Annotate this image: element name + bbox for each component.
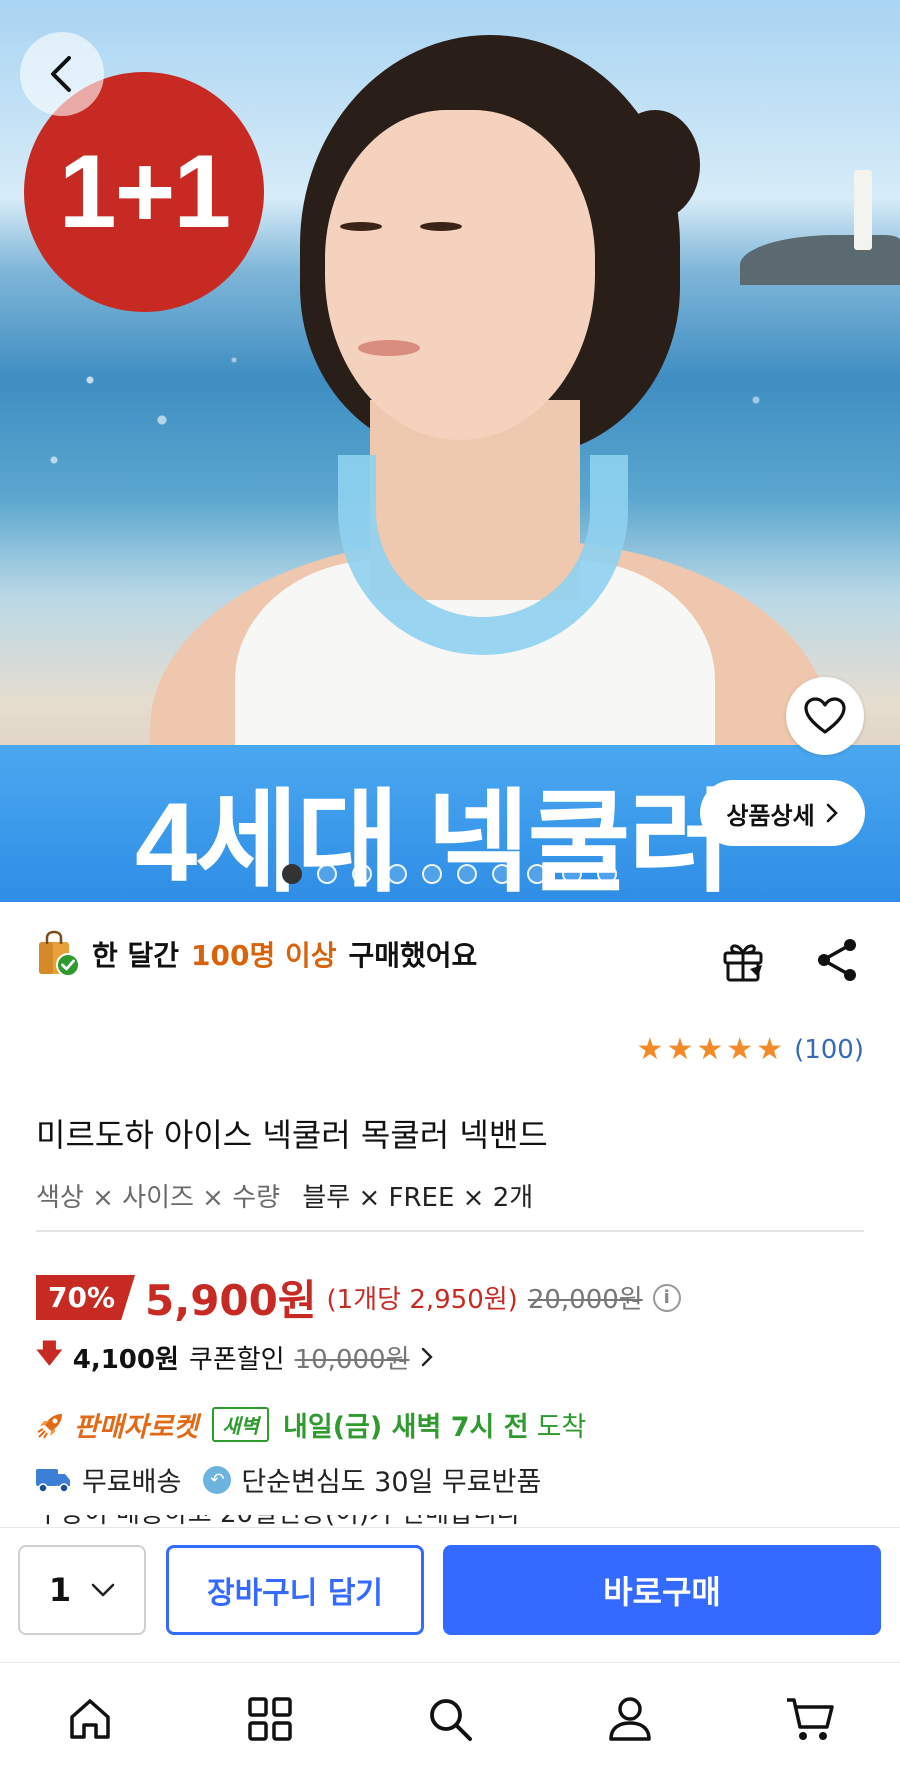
search-icon	[430, 1699, 472, 1741]
hero-photo-lighthouse	[854, 170, 872, 250]
hero-photo-lips	[358, 340, 420, 356]
gift-icon	[723, 944, 763, 982]
gift-button[interactable]	[718, 935, 768, 985]
shipping-return-row: 무료배송 ↶ 단순변심도 30일 무료반품	[36, 1460, 541, 1499]
nav-my-page[interactable]	[602, 1691, 658, 1747]
purchase-count-notice: 한 달간 100명 이상 구매했어요	[36, 930, 477, 978]
hero-photo-hair-bun	[610, 110, 700, 220]
back-button[interactable]	[20, 32, 104, 116]
nav-cart[interactable]	[782, 1691, 838, 1747]
price-row: 70% 5,900원 (1개당 2,950원) 20,000원 i	[36, 1267, 681, 1328]
purchase-suffix: 구매했어요	[348, 939, 478, 972]
user-icon	[609, 1697, 651, 1741]
arrival-suffix: 도착	[536, 1412, 587, 1443]
add-to-cart-button[interactable]: 장바구니 담기	[166, 1545, 424, 1635]
buy-now-button[interactable]: 바로구매	[443, 1545, 881, 1635]
nav-category[interactable]	[242, 1691, 298, 1747]
share-icon	[818, 939, 856, 981]
coupon-discount-row[interactable]: 🡇 4,100원 쿠폰할인 10,000원	[36, 1335, 434, 1379]
hero-banner-text: 4세대 넥쿨러	[135, 780, 732, 905]
original-price: 20,000원	[527, 1285, 643, 1315]
star-icon: ★	[636, 1032, 664, 1067]
star-icon: ★	[666, 1032, 694, 1067]
option-label: 색상 × 사이즈 × 수량	[36, 1183, 281, 1213]
purchase-action-bar: 1 장바구니 담기 바로구매	[0, 1527, 900, 1662]
coupon-strike-price: 10,000원	[294, 1344, 410, 1375]
nav-search[interactable]	[422, 1691, 478, 1747]
carousel-indicator	[282, 864, 617, 884]
review-count[interactable]: (100)	[794, 1035, 864, 1065]
hero-photo-island	[740, 235, 900, 285]
rocket-icon	[37, 1413, 62, 1439]
sale-price: 5,900원	[145, 1276, 317, 1325]
hero-photo-eye	[420, 222, 462, 231]
quantity-value: 1	[48, 1571, 72, 1609]
dawn-delivery-badge: 새벽	[212, 1407, 270, 1442]
share-button[interactable]	[812, 935, 862, 985]
option-summary[interactable]: 색상 × 사이즈 × 수량 블루 × FREE × 2개	[36, 1177, 533, 1214]
divider	[36, 1230, 864, 1232]
free-return-text: 단순변심도 30일 무료반품	[241, 1467, 542, 1498]
hero-photo-face	[325, 110, 595, 440]
option-value: 블루 × FREE × 2개	[302, 1183, 534, 1213]
return-icon: ↶	[203, 1465, 232, 1494]
star-icon: ★	[756, 1032, 784, 1067]
carousel-dot[interactable]	[387, 864, 407, 884]
quantity-select[interactable]: 1	[18, 1545, 146, 1635]
cart-icon	[787, 1698, 834, 1740]
purchase-prefix: 한 달간	[92, 939, 180, 972]
coupon-label: 쿠폰할인	[188, 1344, 285, 1375]
chevron-down-icon	[91, 1583, 115, 1597]
category-icon	[248, 1697, 292, 1741]
delivery-eta-row: 판매자로켓 새벽 내일(금) 새벽 7시 전 도착	[36, 1405, 586, 1444]
arrival-time: 내일(금) 새벽 7시 전	[283, 1412, 529, 1443]
star-icon: ★	[726, 1032, 754, 1067]
bottom-navigation	[0, 1662, 900, 1775]
rating[interactable]: ★ ★ ★ ★ ★ (100)	[636, 1032, 864, 1067]
seller-rocket-label: 판매자로켓	[74, 1412, 199, 1443]
star-icon: ★	[696, 1032, 724, 1067]
product-title: 미르도하 아이스 넥쿨러 목쿨러 넥밴드	[36, 1116, 548, 1154]
free-shipping-text: 무료배송	[82, 1467, 182, 1498]
wishlist-button[interactable]	[786, 677, 864, 755]
carousel-dot[interactable]	[527, 864, 547, 884]
carousel-dot[interactable]	[457, 864, 477, 884]
nav-home[interactable]	[62, 1691, 118, 1747]
carousel-dot[interactable]	[352, 864, 372, 884]
unit-price: (1개당 2,950원)	[326, 1285, 518, 1315]
coupon-amount: 4,100원	[72, 1344, 179, 1375]
seller-info-text: 쿠팡이 배송하고 20일연종(이)가 판매합니다	[36, 1515, 521, 1527]
carousel-dot[interactable]	[492, 864, 512, 884]
hero-photo-eye	[340, 222, 382, 231]
purchase-highlight: 100명 이상	[191, 939, 337, 972]
carousel-dot[interactable]	[562, 864, 582, 884]
product-detail-button[interactable]: 상품상세	[700, 780, 865, 846]
chevron-left-icon	[51, 56, 71, 92]
heart-icon	[804, 697, 846, 734]
shopping-bag-check-icon	[39, 930, 80, 977]
carousel-dot[interactable]	[282, 864, 302, 884]
chevron-right-icon	[421, 1347, 433, 1367]
discount-badge: 70%	[36, 1275, 136, 1320]
carousel-dot[interactable]	[597, 864, 617, 884]
carousel-dot[interactable]	[422, 864, 442, 884]
info-icon[interactable]: i	[652, 1283, 681, 1312]
arrow-down-icon: 🡇	[36, 1339, 63, 1369]
truck-icon	[36, 1468, 70, 1493]
carousel-dot[interactable]	[317, 864, 337, 884]
home-icon	[70, 1699, 110, 1739]
chevron-right-icon	[826, 803, 838, 823]
product-detail-label: 상품상세	[726, 801, 815, 830]
